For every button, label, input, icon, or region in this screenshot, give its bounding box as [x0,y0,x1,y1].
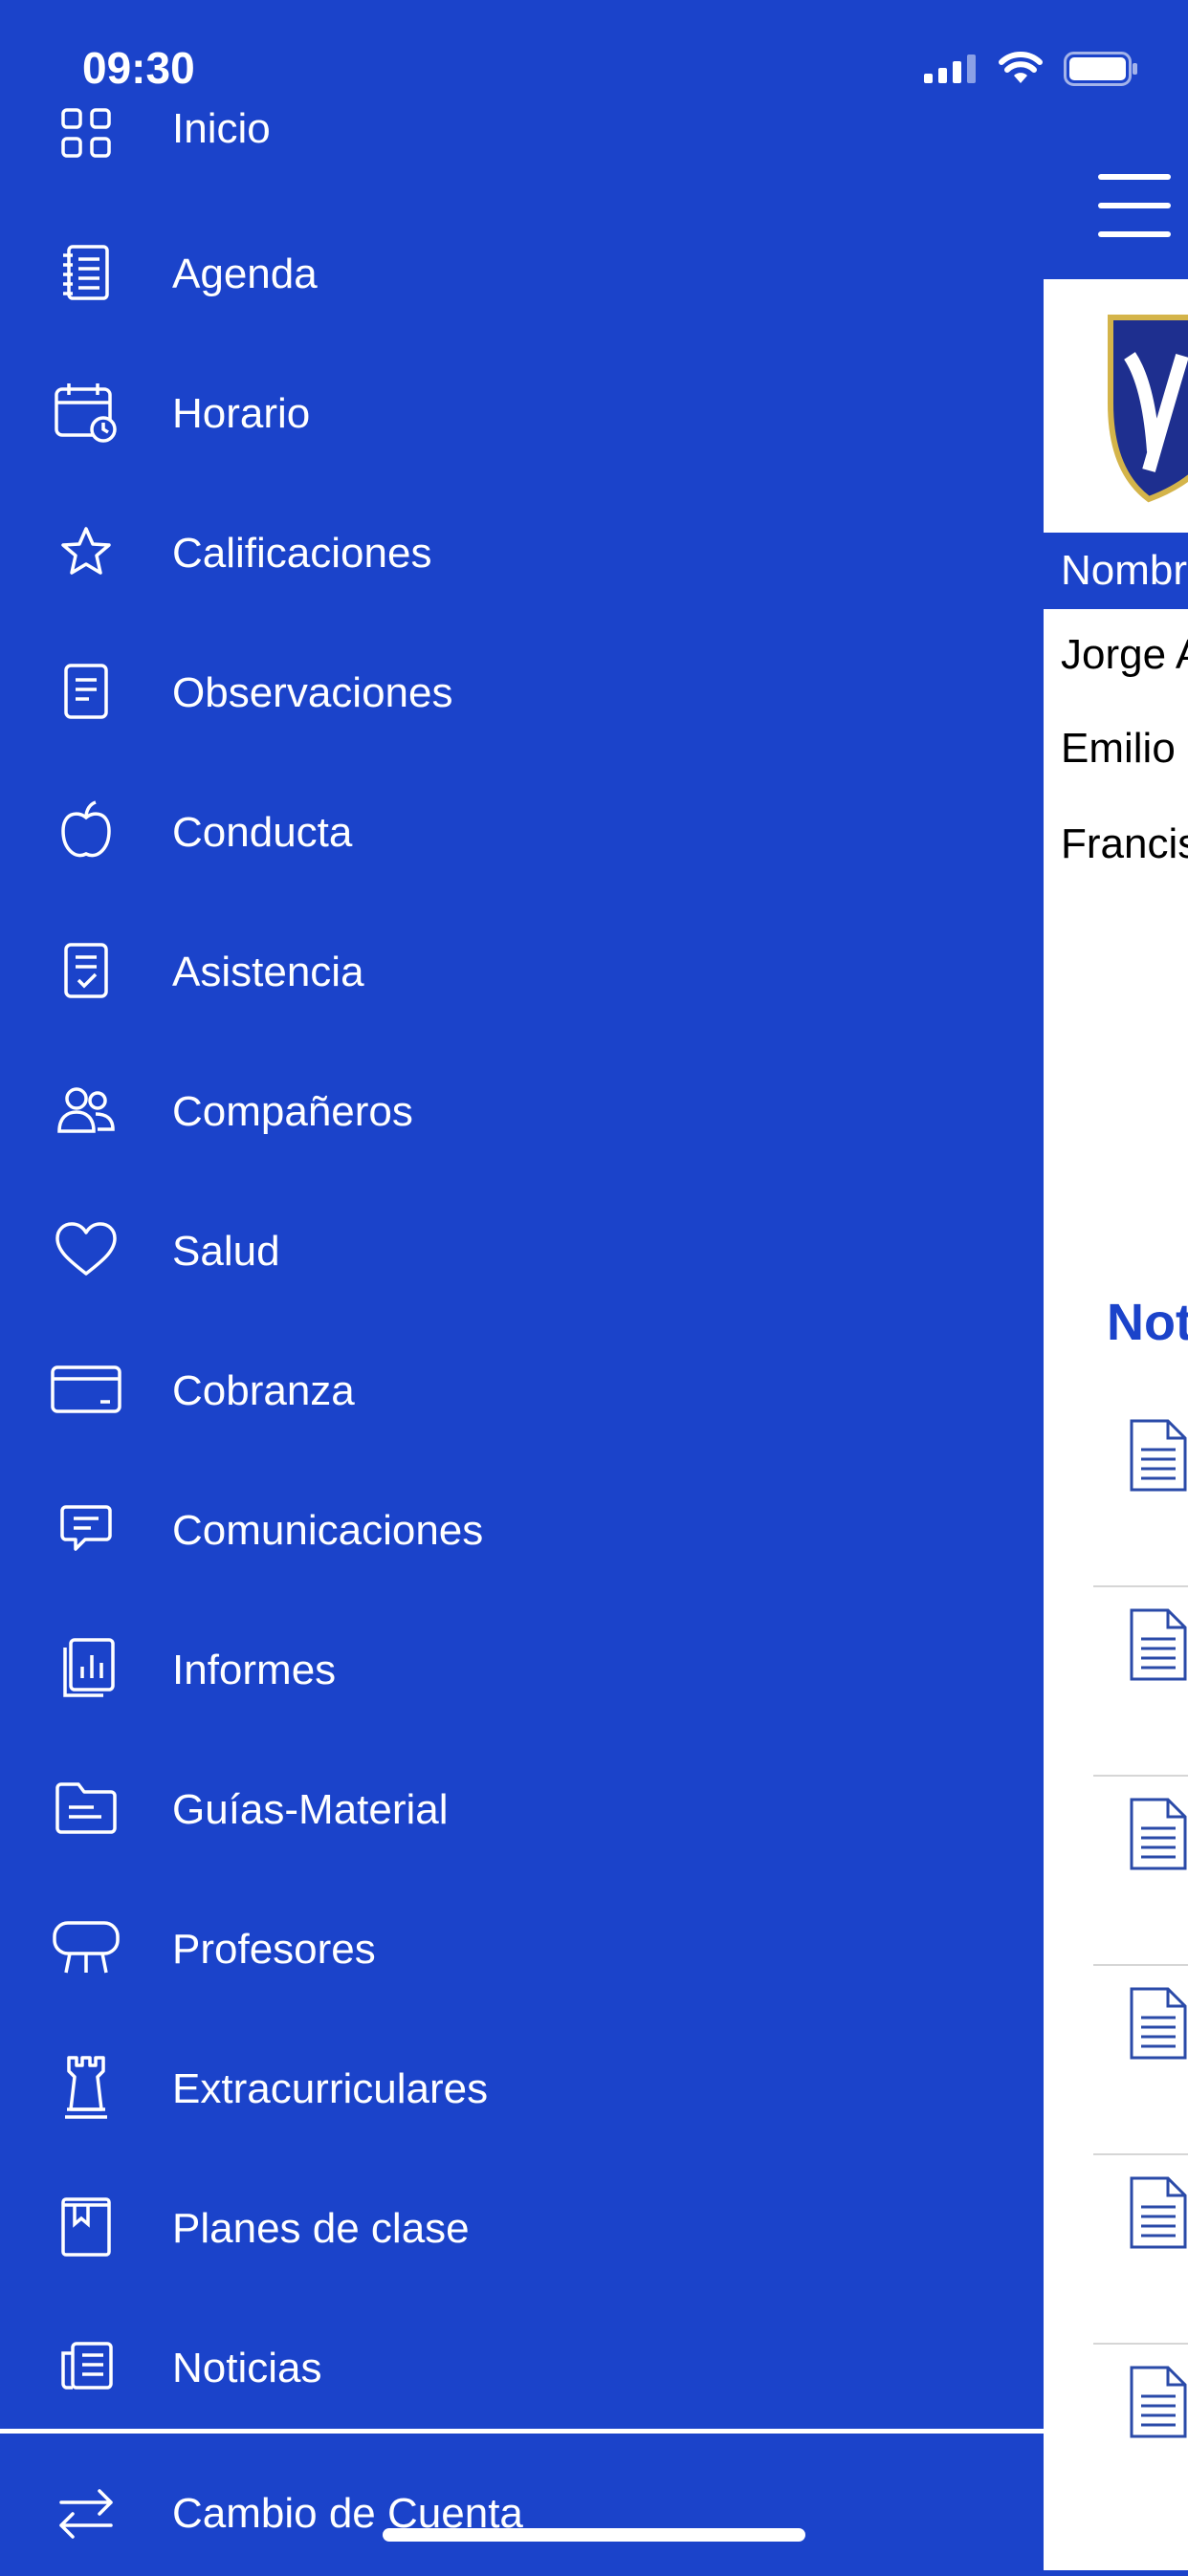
menu-item-asistencia[interactable]: Asistencia [0,901,1044,1040]
menu-item-label: Conducta [172,809,353,856]
document-icon [1130,1608,1187,1681]
menu-item-agenda[interactable]: Agenda [0,203,1044,342]
star-icon [61,527,111,575]
home-indicator[interactable] [383,2528,805,2542]
menu-item-cambio-de-cuenta[interactable]: Cambio de Cuenta [0,2436,1044,2576]
menu-item-observaciones[interactable]: Observaciones [0,622,1044,761]
school-crest-icon [1108,315,1188,503]
menu-item-label: Observaciones [172,669,453,716]
menu-item-label: Salud [172,1228,280,1275]
main-content: Nombr Jorge A Emilio Francis Not [1044,0,1188,2570]
rook-icon [65,2056,107,2119]
board-icon [53,1921,120,1974]
news-section-title: Not [1107,1294,1188,1351]
wifi-icon [999,52,1043,83]
people-icon [57,1087,115,1133]
menu-item-label: Cobranza [172,1367,355,1414]
menu-item-horario[interactable]: Horario [0,342,1044,482]
credit-card-icon [51,1365,121,1413]
menu-item-calificaciones[interactable]: Calificaciones [0,482,1044,622]
menu-item-label: Asistencia [172,949,364,995]
student-row[interactable]: Emilio [1061,725,1176,773]
menu-item-extracurriculares[interactable]: Extracurriculares [0,2018,1044,2157]
news-list-item[interactable] [1093,1775,1188,1966]
menu-item-label: Informes [172,1647,337,1693]
folder-icon [55,1782,117,1834]
document-icon [1130,2366,1187,2438]
news-list-item[interactable] [1093,2153,1188,2345]
menu-item-label: Extracurriculares [172,2065,489,2112]
hamburger-menu-button[interactable] [1098,174,1171,239]
menu-item-profesores[interactable]: Profesores [0,1878,1044,2018]
menu-item-label: Calificaciones [172,530,432,577]
document-icon [64,664,108,719]
menu-item-label: Horario [172,390,311,437]
menu-item-noticias[interactable]: Noticias [0,2297,1044,2436]
signal-icon [924,55,976,83]
menu-item-informes[interactable]: Informes [0,1599,1044,1738]
menu-item-label: Guías-Material [172,1786,449,1833]
table-header-name: Nombr [1044,533,1188,609]
document-icon [1130,1987,1187,2060]
notebook-icon [63,245,109,300]
menu-item-comunicaciones[interactable]: Comunicaciones [0,1459,1044,1599]
school-logo [1044,279,1188,530]
message-icon [60,1505,112,1551]
menu-item-planes-de-clase[interactable]: Planes de clase [0,2157,1044,2297]
document-icon [1130,2176,1187,2249]
menu-item-label: Comunicaciones [172,1507,484,1554]
apple-icon [61,800,111,858]
menu-item-companeros[interactable]: Compañeros [0,1040,1044,1180]
heart-icon [55,1222,117,1276]
student-row[interactable]: Jorge A [1061,631,1188,679]
status-bar: 09:30 [0,0,1188,124]
menu-item-label: Profesores [172,1926,376,1973]
status-time: 09:30 [82,43,195,93]
checklist-icon [64,943,108,998]
menu-item-label: Noticias [172,2345,322,2391]
news-list-item[interactable] [1093,1396,1188,1587]
menu-item-label: Agenda [172,251,318,297]
student-row[interactable]: Francis [1061,820,1188,868]
bookmark-book-icon [61,2197,111,2257]
news-list-item[interactable] [1093,1964,1188,2155]
news-list-item[interactable] [1093,1585,1188,1777]
battery-icon [1064,52,1137,86]
navigation-drawer: Inicio Agenda Horario Calificaciones Obs… [0,0,1044,2570]
menu-item-conducta[interactable]: Conducta [0,761,1044,901]
document-icon [1130,1419,1187,1492]
menu-item-guias-material[interactable]: Guías-Material [0,1738,1044,1878]
news-list-item[interactable] [1093,2343,1188,2532]
swap-arrows-icon [59,2489,113,2539]
document-icon [1130,1798,1187,1870]
menu-item-label: Planes de clase [172,2205,470,2252]
menu-item-cobranza[interactable]: Cobranza [0,1320,1044,1459]
newspaper-icon [61,2342,113,2390]
report-chart-icon [63,1638,115,1697]
menu-item-label: Compañeros [172,1088,413,1135]
menu-divider [0,2429,1044,2434]
calendar-clock-icon [55,383,117,443]
menu-item-salud[interactable]: Salud [0,1180,1044,1320]
status-icons [924,52,1138,86]
